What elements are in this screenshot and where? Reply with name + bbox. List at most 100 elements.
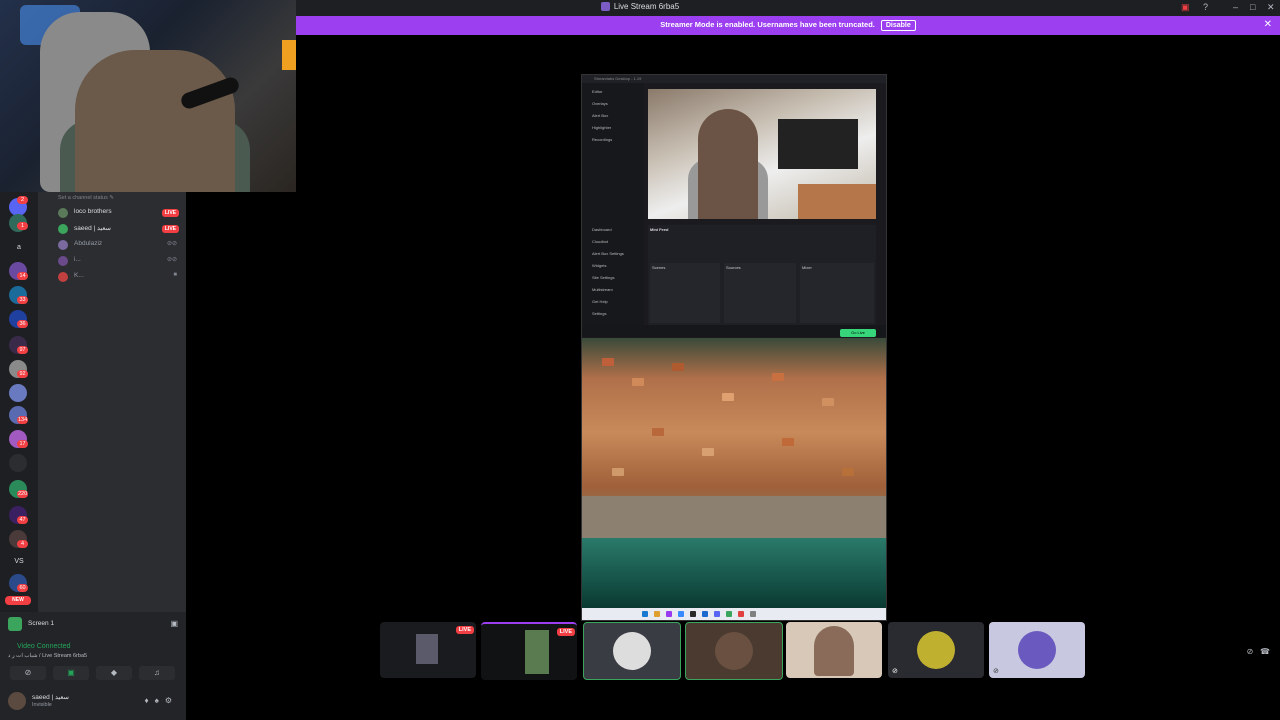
sources-panel: Sources <box>724 263 796 323</box>
mention-badge: 1 <box>17 222 28 230</box>
camera-off-icon[interactable]: ⊘ <box>10 666 46 680</box>
screen-share-row[interactable]: Screen 1 ▣ <box>8 617 178 631</box>
obs-nav: Editor Overlays Alert Box Highlighter Re… <box>582 83 644 333</box>
voice-user-name: i... <box>74 256 81 263</box>
voice-user[interactable]: i... ⊘⊘ <box>58 254 183 268</box>
inbox-icon[interactable]: ▣ <box>1181 2 1190 13</box>
participant-tile[interactable]: ⊘ <box>888 622 984 678</box>
server-list: 2 1 a 14 33 36 97 92 134 17 220 47 4 VS … <box>0 192 38 612</box>
banner-message: Streamer Mode is enabled. Usernames have… <box>660 20 875 29</box>
server-icon[interactable]: VS <box>8 558 30 565</box>
avatar <box>8 692 26 710</box>
obs-nav-item: Widgets <box>592 263 607 268</box>
mention-badge: 220 <box>17 490 29 498</box>
voice-controls: ⊘ ☎ <box>1247 647 1270 656</box>
voice-channel-icon <box>600 2 610 12</box>
server-icon[interactable] <box>9 454 27 472</box>
participant-tile[interactable]: ⊘ <box>989 622 1085 678</box>
live-badge: LIVE <box>455 626 474 634</box>
obs-nav-item: Overlays <box>592 101 608 106</box>
avatar <box>58 240 68 250</box>
mention-badge: 97 <box>17 346 28 354</box>
mention-badge: 134 <box>17 416 29 424</box>
obs-nav-item: Editor <box>592 89 603 94</box>
mention-badge: 14 <box>17 272 28 280</box>
wallpaper-town <box>582 338 886 608</box>
muted-icon: ⊘ <box>993 668 999 675</box>
live-badge: LIVE <box>556 628 575 636</box>
panel-label: Mixer <box>802 265 812 270</box>
live-badge: LIVE <box>161 225 179 233</box>
gear-icon[interactable]: ⚙ <box>165 696 178 705</box>
mention-badge: 2 <box>17 196 28 204</box>
screen-share-icon[interactable]: ▣ <box>53 666 89 680</box>
panel-label: Scenes <box>652 265 666 270</box>
scenes-panel: Scenes <box>650 263 720 323</box>
avatar <box>58 256 68 266</box>
screen-share-icon <box>8 617 22 631</box>
voice-user-name: saeed | سعيد <box>74 225 111 232</box>
voice-user[interactable]: K... ■ <box>58 270 183 284</box>
obs-nav-item: Recordings <box>592 137 613 142</box>
noise-suppression-icon[interactable]: ⊘ <box>1247 647 1254 656</box>
mention-badge: 36 <box>17 320 28 328</box>
voice-user[interactable]: saeed | سعيد LIVE <box>58 222 183 236</box>
participant-tile[interactable] <box>685 622 783 680</box>
live-badge: LIVE <box>161 209 179 217</box>
user-name: saeed | سعيد <box>32 694 69 701</box>
participant-tile[interactable]: LIVE <box>481 622 577 680</box>
help-icon[interactable]: ? <box>1203 2 1208 12</box>
participant-tiles: LIVE LIVE ⊘ ⊘ <box>380 622 1090 680</box>
voice-connection-status[interactable]: Video Connected <box>17 643 71 650</box>
disconnect-icon[interactable]: ☎ <box>1260 647 1270 656</box>
server-icon[interactable] <box>9 384 27 402</box>
close-icon[interactable]: ✕ <box>1267 2 1275 13</box>
obs-mini-feed: Mini Feed Scenes Sources Mixer <box>648 225 876 335</box>
voice-user-name: loco brothers <box>74 208 112 215</box>
obs-nav-item: Highlighter <box>592 125 612 130</box>
muted-icon: ⊘ <box>892 668 898 675</box>
soundboard-icon[interactable]: ♫ <box>139 666 175 680</box>
participant-tile[interactable]: LIVE <box>380 622 476 678</box>
screen-label: Screen 1 <box>28 620 55 627</box>
disable-button[interactable]: Disable <box>880 20 916 31</box>
mute-deafen-icon: ⊘⊘ <box>166 257 177 263</box>
new-badge: NEW <box>5 596 31 605</box>
obs-nav-item: Get Help <box>592 299 608 304</box>
headphones-icon[interactable]: ♠ <box>155 696 165 705</box>
avatar <box>715 632 753 670</box>
taskbar <box>582 608 886 620</box>
obs-nav-item: Dashboard <box>592 227 612 232</box>
close-banner-icon[interactable]: ✕ <box>1264 19 1272 30</box>
minimize-icon[interactable]: – <box>1233 2 1238 12</box>
activity-icon[interactable]: ◆ <box>96 666 132 680</box>
microphone-icon[interactable]: ♦ <box>144 696 154 705</box>
user-row[interactable]: saeed | سعيد Invisible ♦♠⚙ <box>8 692 178 712</box>
mention-badge: 33 <box>17 296 28 304</box>
participant-tile[interactable] <box>583 622 681 680</box>
popout-icon[interactable]: ▣ <box>170 619 178 628</box>
channel-status[interactable]: Set a channel status ✎ <box>58 195 114 201</box>
obs-preview <box>648 89 876 219</box>
obs-window-title: Streamlabs Desktop - 1.19 <box>582 75 886 83</box>
mention-badge: 60 <box>17 584 28 592</box>
streamer-face <box>75 50 235 192</box>
user-controls: ♦♠⚙ <box>144 696 178 705</box>
voice-user-name: K... <box>74 272 84 279</box>
voice-user[interactable]: Abdulaziz ⊘⊘ <box>58 238 183 252</box>
obs-nav-item: Site Settings <box>592 275 615 280</box>
voice-user[interactable]: loco brothers LIVE <box>58 206 183 220</box>
streamer-mode-banner: Streamer Mode is enabled. Usernames have… <box>296 16 1280 35</box>
voice-channel-name[interactable]: شباب ات ر د / Live Stream 6rba5 <box>8 653 87 659</box>
obs-nav-item: Settings <box>592 311 607 316</box>
avatar <box>613 632 651 670</box>
mini-feed-title: Mini Feed <box>650 227 669 232</box>
stream-view[interactable]: Streamlabs Desktop - 1.19 Editor Overlay… <box>581 74 887 621</box>
obs-nav-item: Cloudbot <box>592 239 609 244</box>
maximize-icon[interactable]: □ <box>1250 2 1255 12</box>
participant-tile[interactable] <box>786 622 882 678</box>
server-icon[interactable]: a <box>8 244 30 251</box>
video-icon: ■ <box>173 272 177 278</box>
avatar <box>58 272 68 282</box>
panel-label: Sources <box>726 265 741 270</box>
